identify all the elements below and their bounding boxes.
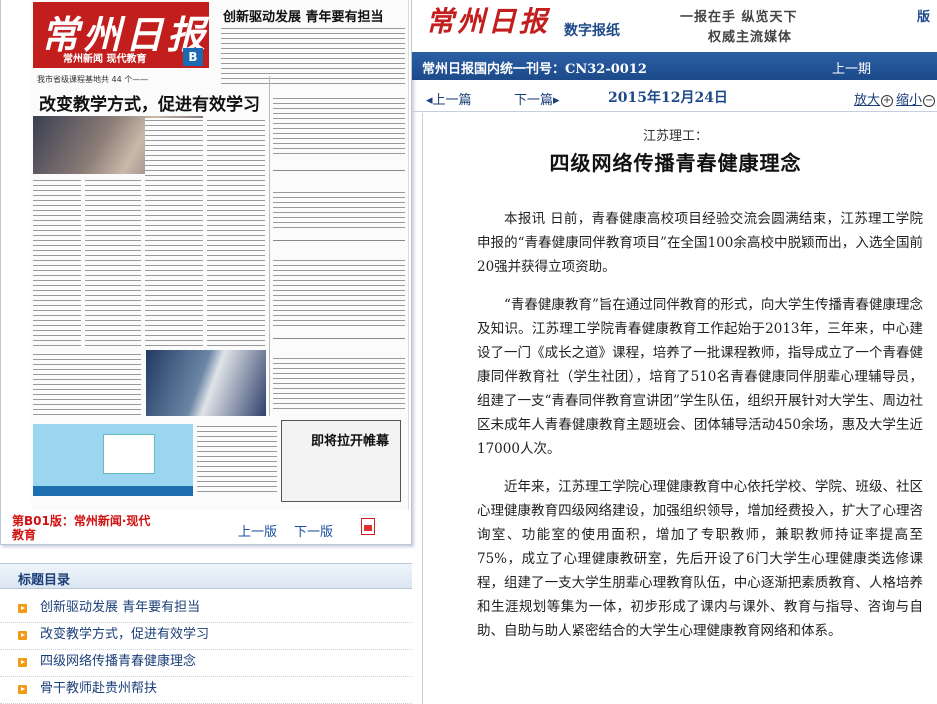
- right-panel: 常州日报 数字报纸 一报在手 纵览天下 权威主流媒体 版 常州日报国内统一刊号：…: [412, 0, 937, 704]
- zoom-in-label[interactable]: 放大: [854, 93, 880, 108]
- site-logo[interactable]: 常州日报: [426, 0, 550, 40]
- publication-info: 常州日报国内统一刊号：CN32-0012: [422, 62, 647, 77]
- toc-item-label[interactable]: 四级网络传播青春健康理念: [40, 654, 196, 669]
- site-header: 常州日报 数字报纸 一报在手 纵览天下 权威主流媒体 版: [412, 0, 937, 52]
- thumb-text-block: [207, 118, 265, 346]
- toc-item[interactable]: 骨干教师赴贵州帮扶: [0, 677, 412, 704]
- thumb-text-block[interactable]: [273, 356, 405, 412]
- thumb-ad-strip: [33, 486, 193, 496]
- epaper-page: 常州日报 常州新闻 现代教育 B 创新驱动发展 青年要有担当 我市省级课程基地共…: [0, 0, 937, 704]
- page-thumbnail-frame: 常州日报 常州新闻 现代教育 B 创新驱动发展 青年要有担当 我市省级课程基地共…: [0, 0, 412, 545]
- toc-header: 标题目录: [0, 563, 412, 589]
- plus-circle-icon[interactable]: +: [881, 94, 894, 107]
- article-body: 本报讯 日前，青春健康高校项目经验交流会圆满结束，江苏理工学院申报的“青春健康同…: [477, 207, 923, 657]
- thumb-text-block: [221, 26, 405, 84]
- toc-item[interactable]: 四级网络传播青春健康理念: [0, 650, 412, 677]
- thumb-text-block-current-article[interactable]: [273, 258, 405, 328]
- prev-issue-link[interactable]: 上一期: [832, 58, 871, 77]
- pdf-icon[interactable]: [361, 518, 375, 535]
- thumb-main-headline[interactable]: 改变教学方式，促进有效学习: [39, 90, 260, 115]
- prev-page-link[interactable]: 上一版: [238, 521, 277, 540]
- thumb-ad-image: [103, 434, 155, 474]
- thumb-section-rule: [273, 240, 405, 241]
- thumb-text-block[interactable]: [273, 96, 405, 156]
- thumb-section-badge: B: [183, 48, 203, 66]
- thumb-text-block: [85, 178, 141, 348]
- prev-article-label[interactable]: 上一篇: [433, 93, 472, 108]
- zoom-out-button[interactable]: 缩小 −: [896, 89, 936, 108]
- thumb-kicker: 我市省级课程基地共 44 个——: [37, 75, 149, 84]
- bullet-arrow-icon: [18, 685, 27, 694]
- thumb-text-block: [197, 424, 277, 496]
- prev-article-link[interactable]: ◂上一篇: [426, 89, 472, 108]
- minus-circle-icon[interactable]: −: [923, 94, 936, 107]
- thumb-section-rule: [273, 338, 405, 339]
- thumb-section-rule: [273, 170, 405, 171]
- thumb-advertisement: [33, 424, 193, 496]
- thumb-masthead: 常州日报 常州新闻 现代教育 B: [33, 2, 209, 68]
- toc-item[interactable]: 创新驱动发展 青年要有担当: [0, 596, 412, 623]
- slogan-line-1: 一报在手 纵览天下: [680, 10, 798, 25]
- next-article-label[interactable]: 下一篇: [514, 93, 553, 108]
- thumb-text-block: [33, 352, 141, 418]
- site-subtitle: 数字报纸: [564, 23, 620, 39]
- zoom-in-button[interactable]: 放大 +: [854, 89, 894, 108]
- edition-tab[interactable]: 版: [917, 6, 930, 25]
- thumb-column-rule: [269, 76, 270, 416]
- article-content: 江苏理工： 四级网络传播青春健康理念 本报讯 日前，青春健康高校项目经验交流会圆…: [422, 113, 937, 704]
- article-title: 四级网络传播青春健康理念: [549, 151, 802, 175]
- zoom-out-label[interactable]: 缩小: [896, 93, 922, 108]
- toc-list: 创新驱动发展 青年要有担当 改变教学方式，促进有效学习 四级网络传播青春健康理念…: [0, 596, 412, 704]
- toc-header-label: 标题目录: [18, 573, 71, 588]
- toc-item-label[interactable]: 创新驱动发展 青年要有担当: [40, 600, 200, 615]
- publication-bar: 常州日报国内统一刊号：CN32-0012 上一期: [412, 52, 937, 80]
- article-paragraph: 本报讯 日前，青春健康高校项目经验交流会圆满结束，江苏理工学院申报的“青春健康同…: [477, 211, 923, 275]
- thumb-masthead-sub: 常州新闻 现代教育: [63, 54, 147, 65]
- toc-item-label[interactable]: 改变教学方式，促进有效学习: [40, 627, 209, 642]
- article-paragraph: “青春健康教育”旨在通过同伴教育的形式，向大学生传播青春健康理念及知识。江苏理工…: [477, 297, 923, 457]
- toc-item-label[interactable]: 骨干教师赴贵州帮扶: [40, 681, 157, 696]
- bullet-arrow-icon: [18, 604, 27, 613]
- thumb-notice-title: 即将拉开帷幕: [311, 434, 390, 449]
- article-navbar: ◂上一篇 下一篇▸ 2015年12月24日 放大 + 缩小 −: [412, 84, 937, 112]
- thumb-text-block[interactable]: [273, 190, 405, 228]
- thumb-text-block: [33, 178, 81, 348]
- slogan-line-2: 权威主流媒体: [708, 30, 793, 45]
- bullet-arrow-icon: [18, 658, 27, 667]
- current-page-label: 第B01版：常州新闻·现代教育: [12, 514, 151, 542]
- thumb-text-block: [145, 118, 203, 348]
- bullet-arrow-icon: [18, 631, 27, 640]
- thumb-top-headline[interactable]: 创新驱动发展 青年要有担当: [223, 6, 384, 25]
- left-panel: 常州日报 常州新闻 现代教育 B 创新驱动发展 青年要有担当 我市省级课程基地共…: [0, 0, 412, 704]
- next-page-link[interactable]: 下一版: [294, 521, 333, 540]
- thumb-photo-lab: [146, 350, 266, 416]
- article-subtitle: 江苏理工：: [642, 129, 708, 144]
- issue-date: 2015年12月24日: [608, 90, 728, 106]
- toc-item[interactable]: 改变教学方式，促进有效学习: [0, 623, 412, 650]
- next-article-link[interactable]: 下一篇▸: [514, 89, 560, 108]
- newspaper-page-thumbnail[interactable]: 常州日报 常州新闻 现代教育 B 创新驱动发展 青年要有担当 我市省级课程基地共…: [31, 0, 409, 510]
- article-paragraph: 近年来，江苏理工学院心理健康教育中心依托学校、学院、班级、社区心理健康教育四级网…: [477, 479, 923, 639]
